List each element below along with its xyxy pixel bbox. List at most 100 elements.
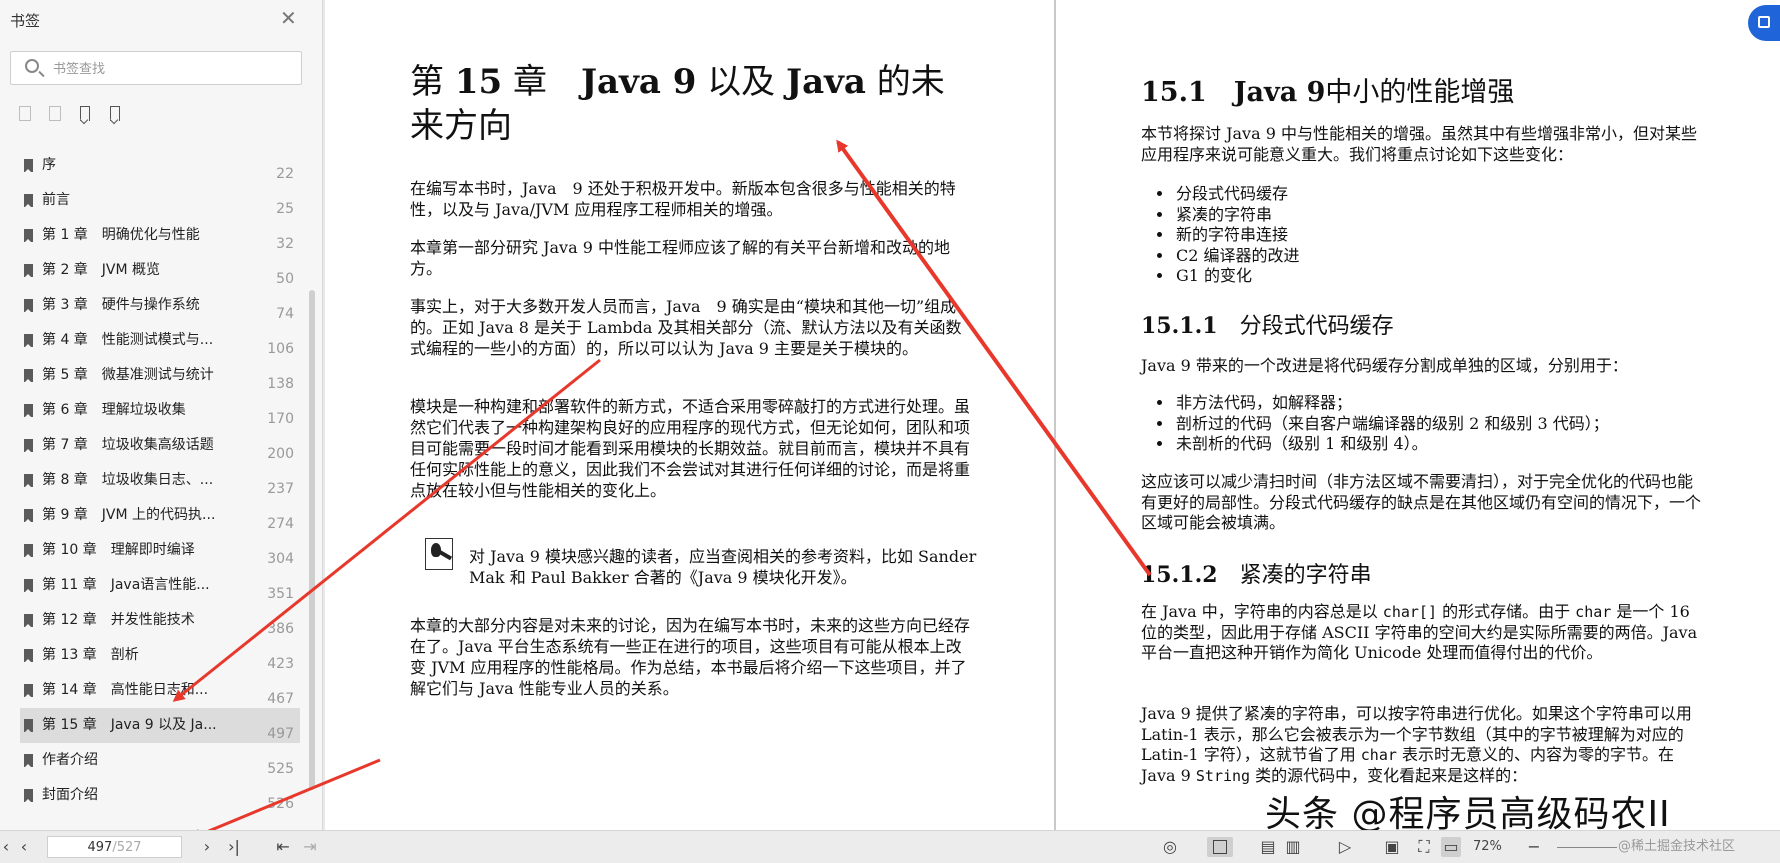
list-item: 非方法代码，如解释器； — [1174, 393, 1609, 414]
zoom-level[interactable]: 72% — [1473, 839, 1502, 854]
add-bookmark-icon[interactable] — [76, 105, 94, 123]
bookmark-flag-icon — [24, 369, 33, 383]
bookmark-item[interactable]: 前言 25 — [0, 183, 300, 218]
prev-page-icon[interactable]: ‹ — [14, 837, 34, 857]
list-item: 未剖析的代码（级别 1 和级别 4）。 — [1174, 434, 1609, 455]
bookmark-search[interactable] — [10, 51, 302, 85]
bullet-list: 分段式代码缓存紧凑的字符串新的字符串连接C2 编译器的改进G1 的变化 — [1156, 184, 1300, 287]
list-item: 新的字符串连接 — [1174, 225, 1300, 246]
bookmark-item[interactable]: 第 11 章 Java语言性能... 351 — [0, 568, 300, 603]
paragraph: 本章第一部分研究 Java 9 中性能工程师应该了解的有关平台新增和改动的地方。 — [410, 238, 950, 278]
bookmark-flag-icon — [24, 649, 33, 663]
actual-size-icon[interactable]: ▣ — [1382, 837, 1402, 857]
bookmark-item[interactable]: 第 10 章 理解即时编译 304 — [0, 533, 300, 568]
paragraph: 这应该可以减少清扫时间（非方法区域不需要清扫），对于完全优化的代码也能有更好的局… — [1141, 472, 1702, 532]
list-item: 紧凑的字符串 — [1174, 205, 1300, 226]
bookmark-item[interactable]: 第 3 章 硬件与操作系统 74 — [0, 288, 300, 323]
bookmark-item[interactable]: 第 13 章 剖析 423 — [0, 638, 300, 673]
sidebar-scrollbar[interactable] — [309, 290, 315, 790]
bookmark-item[interactable]: 第 8 章 垃圾收集日志、... 237 — [0, 463, 300, 498]
bookmark-label: 第 10 章 理解即时编译 — [42, 542, 195, 558]
paragraph: Java 9 带来的一个改进是将代码缓存分割成单独的区域，分别用于： — [1141, 356, 1628, 375]
section-heading: 15.1 Java 9中小的性能增强 — [1141, 77, 1515, 108]
bookmark-label: 第 13 章 剖析 — [42, 647, 139, 663]
bookmark-flag-icon — [24, 754, 33, 768]
search-icon — [25, 59, 39, 73]
bookmark-label: 第 6 章 理解垃圾收集 — [42, 402, 186, 418]
bookmark-label: 第 9 章 JVM 上的代码执... — [42, 507, 216, 523]
bookmark-label: 第 2 章 JVM 概览 — [42, 262, 161, 278]
zoom-out-icon[interactable]: − — [1524, 837, 1544, 857]
bookmark-item[interactable]: 第 1 章 明确优化与性能 32 — [0, 218, 300, 253]
scroll-mode-icon[interactable]: ▤ — [1258, 837, 1278, 857]
bookmark-flag-icon — [24, 614, 33, 628]
bookmark-label: 第 12 章 并发性能技术 — [42, 612, 195, 628]
two-page-icon[interactable]: ▥ — [1283, 837, 1303, 857]
single-page-icon[interactable] — [1207, 837, 1233, 857]
bookmark-item[interactable]: 第 12 章 并发性能技术 386 — [0, 603, 300, 638]
bookmark-icon[interactable] — [106, 105, 124, 123]
page-number-input[interactable]: 497/527 — [47, 836, 182, 858]
chapter-title: 第 15 章 Java 9 以及 Java 的未来方向 — [410, 62, 945, 146]
bookmark-flag-icon — [24, 684, 33, 698]
sidebar-title: 书签 — [10, 12, 41, 30]
bookmark-item[interactable]: 第 6 章 理解垃圾收集 170 — [0, 393, 300, 428]
note-block: 对 Java 9 模块感兴趣的读者，应当查阅相关的参考资料，比如 Sander … — [425, 538, 1009, 588]
paragraph: 本章的大部分内容是对未来的讨论，因为在编写本书时，未来的这些方向已经存在了。Ja… — [410, 616, 971, 698]
bookmark-flag-icon — [24, 789, 33, 803]
bookmark-flag-icon — [24, 719, 33, 733]
bookmark-item[interactable]: 第 5 章 微基准测试与统计 138 — [0, 358, 300, 393]
bookmark-item[interactable]: 序 22 — [0, 148, 300, 183]
list-item: 剖析过的代码（来自客户端编译器的级别 2 和级别 3 代码）； — [1174, 414, 1609, 435]
list-item: G1 的变化 — [1174, 266, 1300, 287]
bookmark-search-input[interactable] — [51, 58, 295, 80]
bookmark-item[interactable]: 第 15 章 Java 9 以及 Ja... 497 — [20, 708, 300, 743]
paragraph: 事实上，对于大多数开发人员而言，Java 9 确实是由“模块和其他一切”组成的。… — [410, 297, 962, 358]
document-page-right: 15.1 Java 9中小的性能增强 本节将探讨 Java 9 中与性能相关的增… — [1056, 0, 1780, 830]
bookmark-item[interactable]: 第 7 章 垃圾收集高级话题 200 — [0, 428, 300, 463]
bookmark-flag-icon — [24, 334, 33, 348]
bookmark-item[interactable]: 第 14 章 高性能日志和... 467 — [0, 673, 300, 708]
zoom-slider[interactable] — [1557, 847, 1617, 848]
bookmark-item[interactable]: 第 4 章 性能测试模式与... 106 — [0, 323, 300, 358]
bookmark-flag-icon — [24, 509, 33, 523]
bookmark-flag-icon — [24, 194, 33, 208]
note-text: 对 Java 9 模块感兴趣的读者，应当查阅相关的参考资料，比如 Sander … — [469, 547, 977, 587]
fit-page-icon[interactable]: ⛶ — [1414, 837, 1434, 857]
bookmark-flag-icon — [24, 439, 33, 453]
paragraph: 本节将探讨 Java 9 中与性能相关的增强。虽然其中有些增强非常小，但对某些应… — [1141, 124, 1697, 164]
bookmark-label: 第 15 章 Java 9 以及 Ja... — [42, 717, 217, 733]
bookmark-item[interactable]: 第 9 章 JVM 上的代码执... 274 — [0, 498, 300, 533]
bookmark-label: 第 7 章 垃圾收集高级话题 — [42, 437, 214, 453]
bookmark-sidebar: 书签 ✕ 序22前言25第 1 章 明确优化与性能32第 2 章 JVM 概览5… — [0, 0, 323, 830]
play-icon[interactable]: ▷ — [1335, 837, 1355, 857]
bookmark-item[interactable]: 封面介绍 526 — [0, 778, 300, 813]
bookmark-label: 第 8 章 垃圾收集日志、... — [42, 472, 214, 488]
next-page-icon[interactable]: › — [197, 837, 217, 857]
forward-icon[interactable]: ⇥ — [300, 837, 320, 857]
expand-all-icon[interactable] — [16, 105, 34, 123]
subsection-heading: 15.1.1 分段式代码缓存 — [1141, 313, 1394, 339]
paragraph: Java 9 提供了紧凑的字符串，可以按字符串进行优化。如果这个字符串可以用 L… — [1141, 704, 1692, 785]
back-icon[interactable]: ⇤ — [273, 837, 293, 857]
watermark-secondary: @稀土掘金技术社区 — [1618, 839, 1736, 854]
fit-width-icon[interactable]: ▭ — [1441, 837, 1461, 857]
bookmark-item[interactable]: 作者介绍 525 — [0, 743, 300, 778]
bookmark-label: 第 4 章 性能测试模式与... — [42, 332, 214, 348]
eye-care-icon[interactable]: ◎ — [1160, 837, 1180, 857]
bookmark-flag-icon — [24, 579, 33, 593]
list-item: C2 编译器的改进 — [1174, 246, 1300, 267]
collapse-all-icon[interactable] — [46, 105, 64, 123]
last-page-icon[interactable]: ›| — [224, 837, 244, 857]
bookmark-flag-icon — [24, 474, 33, 488]
status-bar: ‹ ‹ 497/527 › ›| ⇤ ⇥ ◎ ▤ ▥ ▷ ▣ ⛶ ▭ 72% −… — [0, 830, 1780, 863]
bookmark-item[interactable]: 第 2 章 JVM 概览 50 — [0, 253, 300, 288]
floating-tool-button[interactable] — [1748, 5, 1780, 41]
bookmark-flag-icon — [24, 229, 33, 243]
close-icon[interactable]: ✕ — [280, 8, 297, 28]
bookmark-label: 作者介绍 — [42, 752, 98, 768]
bookmark-label: 前言 — [42, 192, 70, 208]
crow-note-icon — [425, 538, 453, 570]
bookmark-flag-icon — [24, 299, 33, 313]
paragraph: 在 Java 中，字符串的内容总是以 char[] 的形式存储。由于 char … — [1141, 602, 1698, 662]
